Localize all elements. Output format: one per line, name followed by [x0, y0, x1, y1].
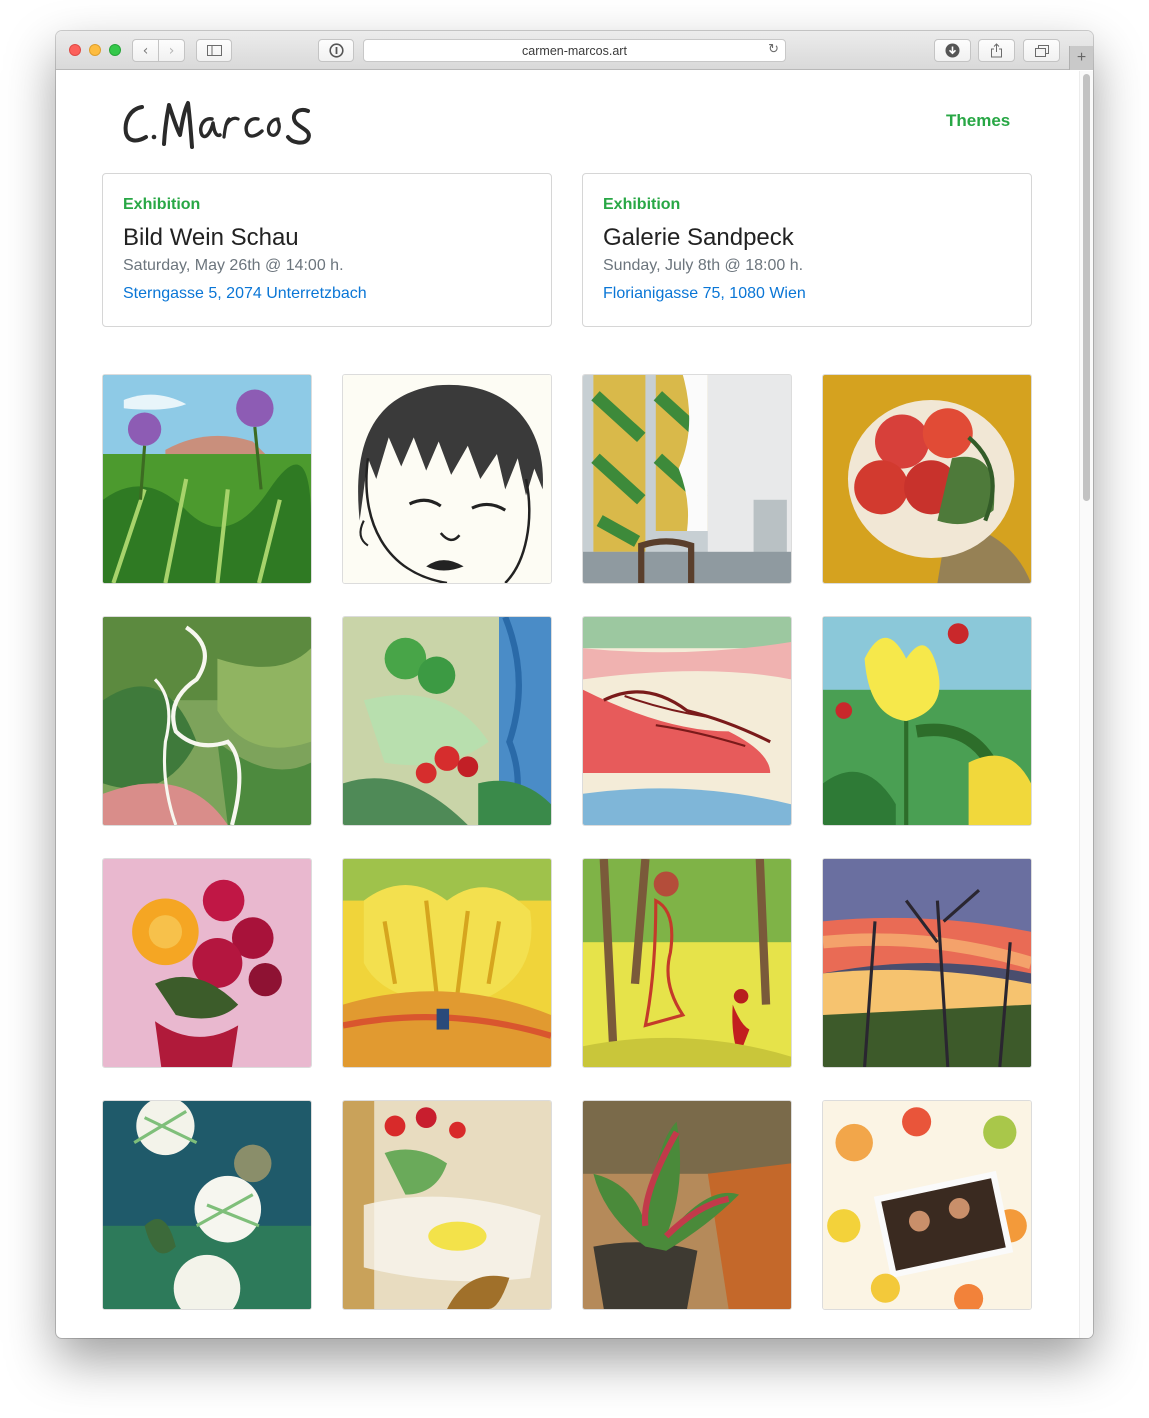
url-text: carmen-marcos.art — [522, 43, 627, 58]
maximize-window-button[interactable] — [109, 44, 121, 56]
minimize-window-button[interactable] — [89, 44, 101, 56]
artwork-thumbnail-reclining-figure[interactable] — [582, 616, 792, 826]
event-date: Sunday, July 8th @ 18:00 h. — [603, 257, 804, 274]
artwork-thumbnail-still-life-vase[interactable] — [342, 1100, 552, 1310]
scrollbar-thumb[interactable] — [1083, 74, 1090, 501]
artwork-thumbnail-calla-lily[interactable] — [102, 616, 312, 826]
event-date: Saturday, May 26th @ 14:00 h. — [123, 257, 344, 274]
event-type-label: Exhibition — [123, 196, 201, 213]
artwork-thumbnail-geraniums[interactable] — [342, 616, 552, 826]
browser-window: ‹ › carmen-marcos.art ↻ + Themes Exhibit… — [56, 31, 1093, 1338]
event-card: Exhibition Bild Wein Schau Saturday, May… — [102, 173, 552, 327]
event-title: Bild Wein Schau — [123, 224, 299, 251]
sidebar-icon — [206, 45, 222, 56]
nav-link-themes[interactable]: Themes — [946, 111, 1010, 131]
reload-icon[interactable]: ↻ — [768, 42, 779, 57]
artwork-thumbnail-photo-collage[interactable] — [822, 1100, 1032, 1310]
vertical-scrollbar[interactable] — [1079, 71, 1093, 1338]
share-button[interactable] — [978, 39, 1015, 62]
event-card: Exhibition Galerie Sandpeck Sunday, July… — [582, 173, 1032, 327]
new-tab-plus-icon[interactable]: + — [1069, 46, 1093, 70]
artwork-thumbnail-potted-plant[interactable] — [582, 1100, 792, 1310]
share-icon — [991, 43, 1002, 58]
close-window-button[interactable] — [69, 44, 81, 56]
tabs-icon — [1034, 44, 1049, 57]
artwork-thumbnail-sunset[interactable] — [822, 858, 1032, 1068]
forward-arrow-icon[interactable]: › — [158, 40, 184, 61]
sidebar-toggle-button[interactable] — [196, 39, 232, 62]
artwork-thumbnail-girl-portrait[interactable] — [342, 374, 552, 584]
artwork-thumbnail-chrysanthemums[interactable] — [102, 1100, 312, 1310]
artwork-thumbnail-window[interactable] — [582, 374, 792, 584]
web-page: Themes Exhibition Bild Wein Schau Saturd… — [56, 71, 1079, 1338]
event-type-label: Exhibition — [603, 196, 681, 213]
artwork-thumbnail-mother-child[interactable] — [582, 858, 792, 1068]
downloads-button[interactable] — [934, 39, 971, 62]
event-title: Galerie Sandpeck — [603, 224, 794, 251]
download-icon — [945, 43, 960, 58]
address-bar[interactable]: carmen-marcos.art ↻ — [363, 39, 786, 62]
privacy-report-button[interactable] — [318, 39, 354, 62]
site-logo[interactable] — [120, 97, 316, 155]
artwork-thumbnail-roses[interactable] — [102, 858, 312, 1068]
event-address-link[interactable]: Sterngasse 5, 2074 Unterretzbach — [123, 285, 531, 303]
event-address-link[interactable]: Florianigasse 75, 1080 Wien — [603, 285, 1011, 303]
artwork-thumbnail-tulips[interactable] — [822, 616, 1032, 826]
back-arrow-icon[interactable]: ‹ — [133, 40, 158, 61]
history-nav: ‹ › — [132, 39, 185, 62]
artwork-thumbnail-fruit-bowl[interactable] — [822, 374, 1032, 584]
artwork-thumbnail-yellow-tree[interactable] — [342, 858, 552, 1068]
info-shield-icon — [328, 43, 344, 58]
tabs-overview-button[interactable] — [1023, 39, 1060, 62]
artwork-thumbnail-alliums[interactable] — [102, 374, 312, 584]
browser-toolbar: ‹ › carmen-marcos.art ↻ + — [56, 31, 1093, 70]
